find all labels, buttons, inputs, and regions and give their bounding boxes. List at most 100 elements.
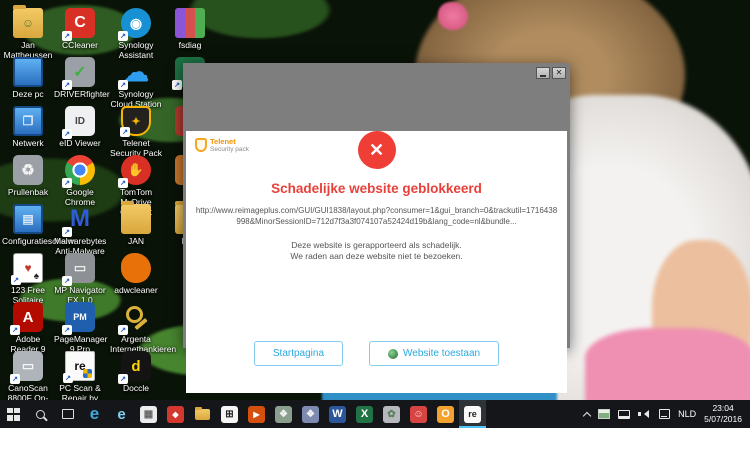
- windows-logo-icon: [7, 408, 20, 421]
- shortcut-arrow-icon: ↗: [62, 227, 72, 237]
- adwcleaner-icon: [121, 253, 151, 283]
- eid-viewer-label: eID Viewer: [54, 138, 106, 148]
- desktop-icon-google-chrome[interactable]: ↗Google Chrome: [54, 155, 106, 207]
- telenet-brand: Telenet Security pack: [195, 138, 249, 153]
- synology-cloud-station-backup-icon: ☁↗: [121, 57, 151, 87]
- desktop-icon-telenet-security-pack[interactable]: ✦↗Telenet Security Pack: [110, 106, 162, 158]
- task-view-icon: [62, 409, 74, 419]
- desktop-icon-argenta-internetbankieren[interactable]: ↗Argenta Internetbankieren: [110, 302, 162, 354]
- desktop-icon-jan-folder[interactable]: JAN: [110, 204, 162, 246]
- desktop-icon-ccleaner[interactable]: C↗CCleaner: [54, 8, 106, 50]
- desktop-icon-doccle[interactable]: d↗Doccle: [110, 351, 162, 393]
- shortcut-arrow-icon: ↗: [62, 325, 72, 335]
- desktop-icon-fsdiag[interactable]: fsdiag: [164, 8, 216, 50]
- driverfighter-label: DRIVERfighter: [54, 89, 106, 99]
- desktop-icon-configuratiescherm[interactable]: ▤Configuratiescherm: [2, 204, 54, 246]
- telenet-shield-icon: [195, 138, 207, 152]
- desktop-icon-malwarebytes[interactable]: M↗Malwarebytes Anti-Malware: [54, 204, 106, 256]
- 123-free-solitaire-icon: ♥↗: [13, 253, 43, 283]
- network-icon[interactable]: [618, 410, 630, 419]
- dialog-message-line1: Deze website is gerapporteerd als schade…: [186, 240, 567, 252]
- taskbar-app-red-2[interactable]: ☺: [405, 400, 432, 428]
- configuratiescherm-label: Configuratiescherm: [2, 236, 54, 246]
- prullenbak-icon: ♻: [13, 155, 43, 185]
- adwcleaner-label: adwcleaner: [110, 285, 162, 295]
- app-red-2-icon: ☺: [410, 406, 427, 423]
- internet-explorer-icon: e: [113, 406, 130, 423]
- taskbar-calculator[interactable]: ▦: [135, 400, 162, 428]
- desktop-icon-jan-mattheussen[interactable]: ☺Jan Mattheussen: [2, 8, 54, 60]
- desktop-icon-adobe-reader-9[interactable]: A↗Adobe Reader 9: [2, 302, 54, 354]
- shortcut-arrow-icon: ↗: [63, 373, 73, 383]
- doccle-label: Doccle: [110, 383, 162, 393]
- desktop-icon-adwcleaner[interactable]: adwcleaner: [110, 253, 162, 295]
- desktop-icon-synology-assistant[interactable]: ◉↗Synology Assistant: [110, 8, 162, 60]
- shortcut-arrow-icon: ↗: [118, 178, 128, 188]
- blocked-x-icon: ✕: [358, 131, 396, 169]
- eid-viewer-icon: ID↗: [65, 106, 95, 136]
- desktop-icon-eid-viewer[interactable]: ID↗ eID Viewer: [54, 106, 106, 148]
- desktop-icon-deze-pc[interactable]: Deze pc: [2, 57, 54, 99]
- deze-pc-label: Deze pc: [2, 89, 54, 99]
- language-indicator[interactable]: NLD: [678, 409, 696, 419]
- search-button[interactable]: [27, 400, 54, 428]
- taskbar-films-tv[interactable]: ▶: [243, 400, 270, 428]
- taskbar-outlook[interactable]: O: [432, 400, 459, 428]
- tray-photo-icon[interactable]: [598, 409, 610, 419]
- website-toestaan-button[interactable]: Website toestaan: [369, 341, 499, 366]
- taskbar-photo-app[interactable]: ✿: [378, 400, 405, 428]
- edge-browser-icon: e: [86, 406, 103, 423]
- desktop-icon-mp-navigator[interactable]: ▭↗MP Navigator EX 1.0: [54, 253, 106, 305]
- shortcut-arrow-icon: ↗: [62, 31, 72, 41]
- tray-expand-chevron-icon[interactable]: [583, 411, 591, 419]
- word-icon: W: [329, 406, 346, 423]
- desktop-icon-prullenbak[interactable]: ♻ Prullenbak: [2, 155, 54, 197]
- outlook-icon: O: [437, 406, 454, 423]
- netwerk-label: Netwerk: [2, 138, 54, 148]
- taskbar-app-cube-1[interactable]: ❖: [270, 400, 297, 428]
- start-button[interactable]: [0, 400, 27, 428]
- taskbar-app-cube-2[interactable]: ❖: [297, 400, 324, 428]
- action-center-icon[interactable]: [659, 409, 670, 419]
- desktop-icon-pagemanager[interactable]: PM↗PageManager 9 Pro: [54, 302, 106, 354]
- synology-assistant-icon: ◉↗: [121, 8, 151, 38]
- minimize-icon: [540, 75, 546, 77]
- desktop-icon-123-free-solitaire[interactable]: ♥↗123 Free Solitaire: [2, 253, 54, 305]
- deze-pc-icon: [13, 57, 43, 87]
- adobe-reader-9-icon: A↗: [13, 302, 43, 332]
- taskbar-edge-browser[interactable]: e: [81, 400, 108, 428]
- taskbar-windows-store[interactable]: ⊞: [216, 400, 243, 428]
- clock[interactable]: 23:04 5/07/2016: [704, 403, 745, 424]
- films-tv-icon: ▶: [248, 406, 265, 423]
- minimize-button[interactable]: [536, 67, 550, 79]
- taskbar-app-list: ee ▦◆ ⊞ ▶ ❖ ❖ WX ✿ ☺ Ore: [81, 400, 486, 428]
- desktop-icon-netwerk[interactable]: ❐Netwerk: [2, 106, 54, 148]
- shortcut-arrow-icon: ↗: [118, 325, 128, 335]
- dialog-body: Telenet Security pack ✕ Schadelijke webs…: [186, 131, 567, 393]
- shortcut-arrow-icon: ↗: [10, 325, 20, 335]
- mp-navigator-icon: ▭↗: [65, 253, 95, 283]
- taskbar-file-explorer[interactable]: [189, 400, 216, 428]
- dialog-titlebar[interactable]: ✕: [186, 63, 567, 83]
- startpagina-label: Startpagina: [273, 348, 324, 359]
- taskbar-excel[interactable]: X: [351, 400, 378, 428]
- close-button[interactable]: ✕: [552, 67, 566, 79]
- task-view-button[interactable]: [54, 400, 81, 428]
- desktop-icon-driverfighter[interactable]: ✓↗DRIVERfighter: [54, 57, 106, 99]
- prullenbak-label: Prullenbak: [2, 187, 54, 197]
- taskbar-word[interactable]: W: [324, 400, 351, 428]
- brand-subtitle: Security pack: [210, 146, 249, 153]
- volume-icon[interactable]: [638, 409, 651, 420]
- shortcut-arrow-icon: ↗: [172, 80, 182, 90]
- app-cube-2-icon: ❖: [302, 406, 319, 423]
- excel-icon: X: [356, 406, 373, 423]
- canoscan-handleiding-icon: ▭↗: [13, 351, 43, 381]
- tray-date: 5/07/2016: [704, 414, 742, 424]
- taskbar-app-red[interactable]: ◆: [162, 400, 189, 428]
- fsdiag-icon: [175, 8, 205, 38]
- taskbar-internet-explorer[interactable]: e: [108, 400, 135, 428]
- search-icon: [36, 410, 45, 419]
- malwarebytes-icon: M↗: [65, 204, 95, 234]
- taskbar-reimage-active[interactable]: re: [459, 400, 486, 428]
- startpagina-button[interactable]: Startpagina: [254, 341, 343, 366]
